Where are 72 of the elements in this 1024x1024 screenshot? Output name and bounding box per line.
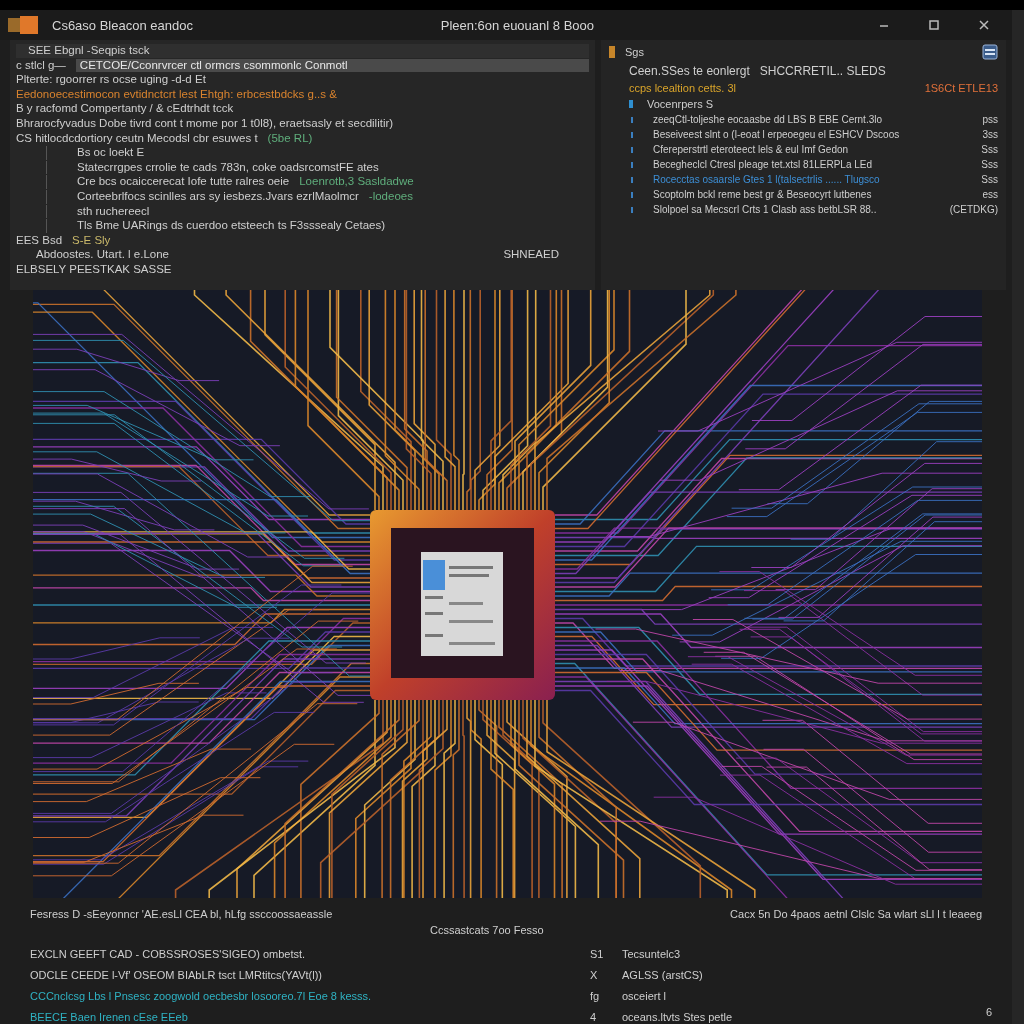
code-text: Bhrarocfyvadus Dobe tivrd cont t mome por 1 t0l8), eraetsasly et secdilitir) xyxy=(16,116,394,131)
window-title: Cs6aso Bleacon eandoc xyxy=(52,17,193,33)
list-item[interactable]: zeeqCtl-toljeshe eocaasbe dd LBS B EBE Cernt.3lo xyxy=(639,114,977,125)
list-item[interactable]: Rocecctas osaarsle Gtes 1 l(talsectrlis ...... Tlugsco xyxy=(639,174,976,185)
output-line: AGLSS (arstCS) xyxy=(622,969,703,981)
code-text: ELBSELY PEESTKAK SASSE xyxy=(16,262,172,277)
row-marker xyxy=(631,206,633,213)
bullet-icon xyxy=(629,100,633,108)
code-text: Plterte: rgoorrer rs ocse uging -d-d Et xyxy=(16,73,206,87)
code-text: CS hitlocdcdortiory ceutn Mecodsl cbr esuwes t xyxy=(16,131,258,146)
output-line: EXCLN GEEFT CAD - COBSSROSES'SIGEO) ombetst. xyxy=(30,948,307,960)
output-line: oceans.ltvts Stes petle xyxy=(622,1011,733,1023)
item-value: Sss xyxy=(981,174,998,185)
maximize-icon xyxy=(929,20,939,30)
panel-subtitle: Ceen.SSes te eonlergt xyxy=(629,64,750,78)
output-line: BEECE Baen Irenen cEse EEeb xyxy=(30,1011,189,1023)
caption-text: Ccssastcats 7oo Fesso xyxy=(429,924,545,936)
section-value: 1S6Ct ETLE13 xyxy=(924,82,998,94)
highlighted-text: CETCOE/Cconrvrcer ctl ormcrs csommonlc Conmotl xyxy=(75,58,589,73)
code-text: -lodeoes xyxy=(368,189,413,204)
item-value: pss xyxy=(982,114,998,125)
code-text: Statecrrgpes crrolie te cads 783n, coke oadsrcomstFE ates xyxy=(77,160,379,175)
panel-subtitle: SHCCRRETIL.. SLEDS xyxy=(759,64,886,78)
code-text: Bs oc loekt E xyxy=(77,146,145,160)
item-value: 3ss xyxy=(982,129,998,140)
code-text: S-E Sly xyxy=(72,233,111,248)
list-item[interactable]: Slolpoel sa Mecscrl Crts 1 Clasb ass betbLSR 88.. xyxy=(639,204,944,215)
item-value: Sss xyxy=(981,159,998,170)
code-text: B y racfomd Compertanty / & cEdtrhdt tcck xyxy=(16,102,234,116)
code-text: (5be RL) xyxy=(267,131,313,146)
list-item[interactable]: Becegheclcl Ctresl pleage tet.xtsl 81LERPLa LEd xyxy=(639,159,976,170)
list-item[interactable]: Beseiveest slnt o (l-eoat l erpeoegeu el ESHCV Dscoos xyxy=(639,129,977,140)
line-label: 4 xyxy=(590,1011,598,1023)
code-text: EES Bsd xyxy=(16,233,63,248)
row-marker xyxy=(631,176,633,183)
code-text: Abdoostes. Utart. l e.Lone xyxy=(36,248,169,262)
close-icon xyxy=(979,20,989,30)
tab-marker xyxy=(609,46,615,58)
line-label: S1 xyxy=(590,948,605,960)
row-marker xyxy=(631,161,633,168)
output-line: Tecsuntelc3 xyxy=(622,948,681,960)
list-item[interactable]: Cfereperstrtl eteroteect lels & eul Imf Gedon xyxy=(639,144,976,155)
code-text: sth ruchereecl xyxy=(77,204,150,219)
code-text: Tls Bme UARings ds cuerdoo etsteech ts F3sssealy Cetaes) xyxy=(77,219,386,233)
panel-title: Sgs xyxy=(625,46,644,58)
row-marker xyxy=(631,191,633,198)
line-label: X xyxy=(590,969,599,981)
code-text: Eedonoecestimocon evtidnctcrt lest Ehtgh: erbcestbdcks g..s & xyxy=(16,87,337,102)
code-text: c stlcl g— xyxy=(16,58,66,73)
list-item[interactable]: Scoptolm bckl reme best gr & Beseocyrt lutbenes xyxy=(639,189,977,200)
item-value: ess xyxy=(982,189,998,200)
item-value: Sss xyxy=(981,144,998,155)
code-text: SEE Ebgnl -Seqpis tsck xyxy=(28,44,150,58)
code-text: Corteebrlfocs scinlles ars sy iesbezs.Jvars ezrlMaolmcr xyxy=(77,189,359,204)
summary-text: Fesress D -sEeyonncr 'AE.esLl CEA bl, hLfg ssccoossaeassle xyxy=(30,908,333,920)
section-label: ccps lcealtion cetts. 3l xyxy=(629,82,736,94)
row-marker xyxy=(631,131,633,138)
window-subtitle: Pleen:6on euouanl 8 Booo xyxy=(440,17,594,33)
row-marker xyxy=(631,146,633,153)
page-number: 6 xyxy=(985,1006,992,1018)
code-text: Cre bcs ocaiccerecat Iofe tutte ralres oeie xyxy=(77,175,290,189)
code-text: Loenrotb,3 Sasldadwe xyxy=(299,175,414,189)
row-marker xyxy=(631,116,633,123)
group-label: Vocenrpers S xyxy=(647,98,714,110)
code-text: SHNEAED xyxy=(503,248,559,262)
line-label: fg xyxy=(590,990,601,1002)
output-line: CCCnclcsg Lbs l Pnsesc zoogwold oecbesbr losooreo.7l Eoe 8 kesss. xyxy=(30,990,373,1002)
window-icon[interactable] xyxy=(982,44,998,60)
output-line: osceiert l xyxy=(622,990,667,1002)
summary-text: Cacx 5n Do 4paos aetnl Clslc Sa wlart sLl l t leaeeg xyxy=(730,908,982,920)
output-line: ODCLE CEEDE l-Vf' OSEOM BIAbLR tsct LMRtitcs(YAVt(l)) xyxy=(30,969,323,981)
item-value: (CETDKG) xyxy=(949,204,998,215)
